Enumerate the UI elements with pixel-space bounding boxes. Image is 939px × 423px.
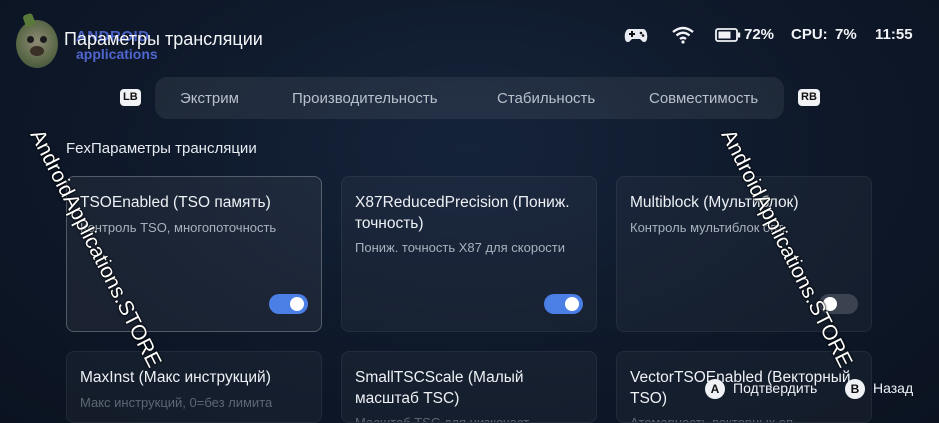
tab-performance[interactable]: Производительность <box>292 90 438 107</box>
setting-card-smalltsc[interactable]: SmallTSCScale (Малый масштаб TSC) Масшта… <box>341 351 597 423</box>
setting-card-multiblock[interactable]: Multiblock (Мультиблок) Контроль мультиб… <box>616 176 872 332</box>
setting-title: X87ReducedPrecision (Пониж. точность) <box>355 194 570 232</box>
setting-card-maxinst[interactable]: MaxInst (Макс инструкций) Макс инструкци… <box>66 351 322 423</box>
wifi-icon <box>672 26 694 44</box>
back-hint: Назад <box>873 380 914 396</box>
setting-title: MaxInst (Макс инструкций) <box>80 369 271 386</box>
tab-stability[interactable]: Стабильность <box>497 90 595 107</box>
page-title: Параметры трансляции <box>64 29 263 49</box>
tab-compatibility[interactable]: Совместимость <box>649 90 758 107</box>
setting-description: Пониж. точность X87 для скорости <box>355 240 566 255</box>
setting-card-x87[interactable]: X87ReducedPrecision (Пониж. точность) По… <box>341 176 597 332</box>
setting-description: Атомарность векторных оп... <box>630 415 804 423</box>
cpu-value: 7% <box>835 26 857 43</box>
b-button-icon[interactable]: B <box>845 379 865 399</box>
section-title: FexПараметры трансляции <box>66 140 257 157</box>
setting-title: SmallTSCScale (Малый масштаб TSC) <box>355 369 524 407</box>
x87-toggle[interactable] <box>544 294 583 314</box>
app-logo <box>16 20 58 68</box>
tab-extreme[interactable]: Экстрим <box>180 90 239 107</box>
tso-toggle[interactable] <box>269 294 308 314</box>
gamepad-icon <box>624 29 648 43</box>
confirm-hint: Подтвердить <box>733 380 818 396</box>
setting-title: TSOEnabled (TSO память) <box>80 194 271 211</box>
lb-button[interactable]: LB <box>120 89 141 106</box>
a-button-icon[interactable]: A <box>705 379 725 399</box>
setting-description: Масштаб TSC для низкочаст... <box>355 415 539 423</box>
setting-description: Макс инструкций, 0=без лимита <box>80 395 273 410</box>
rb-button[interactable]: RB <box>798 89 820 106</box>
cpu-label: CPU: <box>791 26 828 43</box>
battery-icon <box>715 28 741 42</box>
setting-title: Multiblock (Мультиблок) <box>630 194 799 211</box>
setting-description: Контроль TSO, многопоточность <box>80 220 277 235</box>
battery-percent: 72% <box>744 26 775 43</box>
clock: 11:55 <box>875 26 913 43</box>
